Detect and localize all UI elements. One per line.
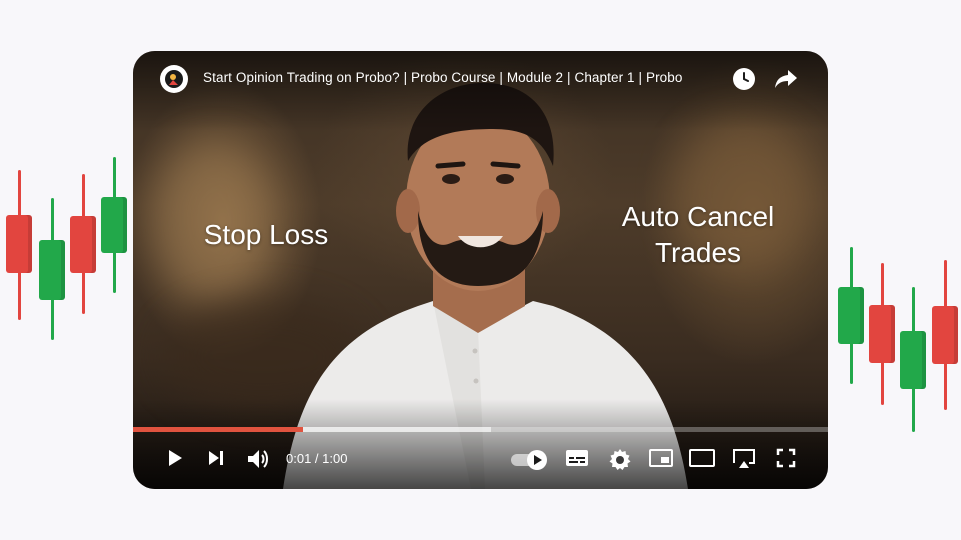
- candle-green: [101, 157, 127, 293]
- subtitles-icon[interactable]: [565, 448, 589, 468]
- time-display: 0:01 / 1:00: [286, 451, 348, 466]
- candle-red: [70, 174, 96, 314]
- overlay-label-auto-cancel: Auto Cancel Trades: [621, 201, 775, 268]
- overlay-label-stop-loss: Stop Loss: [203, 219, 329, 250]
- video-player[interactable]: Start Opinion Trading on Probo? | Probo …: [133, 51, 828, 489]
- channel-avatar[interactable]: [160, 65, 188, 93]
- theater-icon[interactable]: [689, 448, 715, 468]
- candle-red: [6, 170, 32, 320]
- clock-icon[interactable]: [731, 66, 757, 92]
- candle-green: [39, 198, 65, 340]
- candle-red: [932, 260, 958, 410]
- fullscreen-icon[interactable]: [776, 448, 796, 468]
- settings-icon[interactable]: [608, 448, 632, 472]
- share-icon[interactable]: [773, 66, 799, 92]
- player-controls: 0:01 / 1:00: [133, 431, 828, 489]
- candle-green: [838, 247, 864, 384]
- next-icon[interactable]: [206, 448, 226, 468]
- autoplay-toggle[interactable]: [510, 449, 550, 471]
- channel-logo-icon: [165, 70, 183, 88]
- candle-green: [900, 287, 926, 432]
- candle-red: [869, 263, 895, 405]
- play-icon[interactable]: [165, 448, 185, 468]
- video-title[interactable]: Start Opinion Trading on Probo? | Probo …: [203, 70, 683, 85]
- cast-icon[interactable]: [731, 448, 757, 470]
- miniplayer-icon[interactable]: [649, 448, 673, 468]
- volume-icon[interactable]: [246, 448, 270, 470]
